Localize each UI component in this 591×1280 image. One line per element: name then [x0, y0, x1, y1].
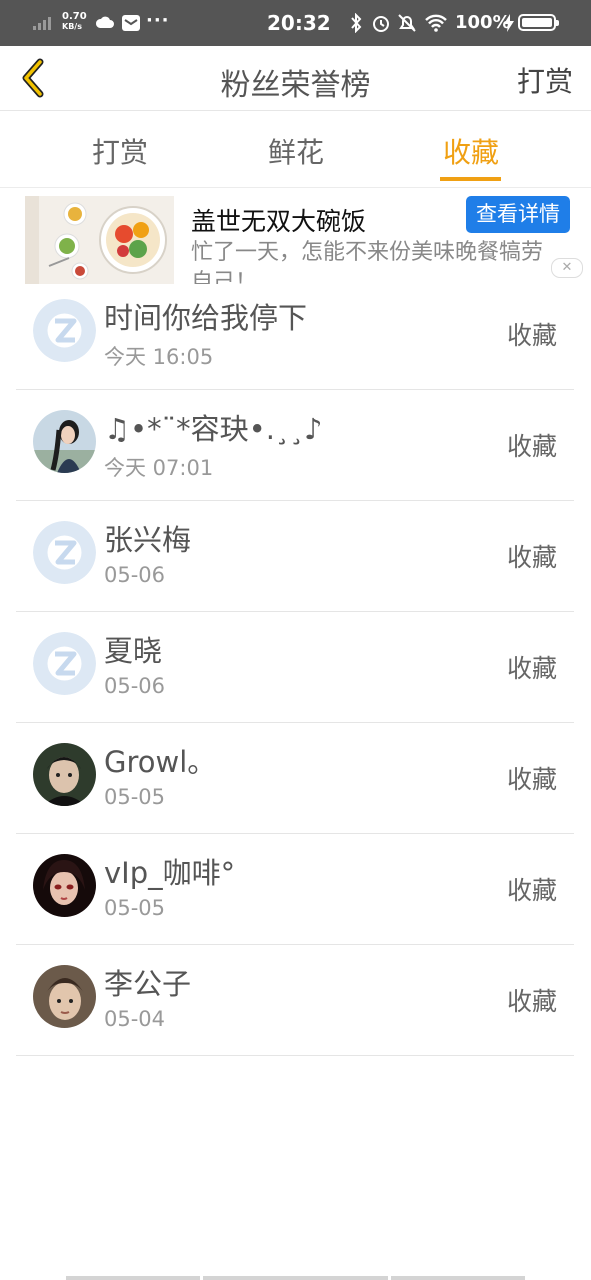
default-avatar-icon[interactable] — [33, 299, 96, 362]
user-name: 张兴梅 — [104, 523, 192, 557]
alarm-icon — [373, 16, 389, 32]
user-name: 时间你给我停下 — [104, 301, 308, 335]
user-name: 夏晓 — [104, 634, 163, 668]
status-bar: 0.70 KB/s ··· 20:32 100% — [0, 0, 591, 46]
favorites-list: 时间你给我停下 今天 16:05 收藏 ♫•*¨*容玦•.¸¸♪ 今天 07:0… — [16, 279, 574, 1056]
tab-favorites[interactable]: 收藏 — [421, 131, 521, 171]
list-item[interactable]: 夏晓 05-06 收藏 — [16, 612, 574, 723]
item-date: 今天 07:01 — [104, 456, 214, 480]
charging-icon — [504, 14, 514, 32]
ad-banner[interactable]: 盖世无双大碗饭 忙了一天，怎能不来份美味晚餐犒劳自己！ 查看详情 ✕ — [0, 188, 591, 284]
bottom-scroll-indicator — [391, 1276, 525, 1280]
battery-icon — [518, 14, 559, 31]
user-avatar[interactable] — [33, 410, 96, 473]
tab-reward[interactable]: 打赏 — [70, 131, 170, 171]
active-tab-indicator — [440, 177, 501, 181]
user-avatar[interactable] — [33, 743, 96, 806]
app-header: 粉丝荣誉榜 打赏 — [0, 46, 591, 111]
favorite-label: 收藏 — [506, 876, 557, 905]
user-name: ♫•*¨*容玦•.¸¸♪ — [104, 412, 323, 446]
default-avatar-icon[interactable] — [33, 632, 96, 695]
mute-icon — [398, 14, 416, 32]
list-item[interactable]: Growl。 05-05 收藏 — [16, 723, 574, 834]
network-speed-unit: KB/s — [62, 22, 82, 31]
user-name: 李公子 — [104, 967, 192, 1001]
network-speed-value: 0.70 — [62, 11, 87, 22]
wifi-icon — [425, 14, 447, 32]
item-date: 05-05 — [104, 785, 166, 809]
list-item[interactable]: ♫•*¨*容玦•.¸¸♪ 今天 07:01 收藏 — [16, 390, 574, 501]
cloud-icon — [95, 16, 114, 28]
list-item[interactable]: 张兴梅 05-06 收藏 — [16, 501, 574, 612]
more-dots-icon: ··· — [146, 10, 170, 31]
favorite-label: 收藏 — [506, 543, 557, 572]
item-date: 今天 16:05 — [104, 345, 214, 369]
ad-title[interactable]: 盖世无双大碗饭 — [191, 202, 366, 238]
list-item[interactable]: vIp_咖啡° 05-05 收藏 — [16, 834, 574, 945]
bluetooth-icon — [351, 13, 362, 33]
list-item[interactable]: 李公子 05-04 收藏 — [16, 945, 574, 1056]
clock: 20:32 — [267, 11, 331, 35]
ad-food-image[interactable] — [25, 196, 174, 284]
favorite-label: 收藏 — [506, 321, 557, 350]
favorite-label: 收藏 — [506, 432, 557, 461]
bottom-scroll-indicator — [66, 1276, 200, 1280]
user-name: Growl。 — [104, 745, 217, 779]
item-date: 05-06 — [104, 563, 166, 587]
ad-description: 忙了一天，怎能不来份美味晚餐犒劳自己！ — [191, 240, 544, 284]
list-item[interactable]: 时间你给我停下 今天 16:05 收藏 — [16, 279, 574, 390]
default-avatar-icon[interactable] — [33, 521, 96, 584]
network-speed: 0.70 KB/s — [62, 12, 87, 32]
item-date: 05-05 — [104, 896, 166, 920]
user-avatar[interactable] — [33, 965, 96, 1028]
favorite-label: 收藏 — [506, 987, 557, 1016]
user-name: vIp_咖啡° — [104, 856, 236, 890]
tab-bar: 打赏 鲜花 收藏 — [0, 111, 591, 188]
bottom-scroll-indicator — [203, 1276, 388, 1280]
user-avatar[interactable] — [33, 854, 96, 917]
mail-icon — [122, 15, 140, 31]
favorite-label: 收藏 — [506, 765, 557, 794]
tab-flowers[interactable]: 鲜花 — [246, 131, 346, 171]
page-title: 粉丝荣誉榜 — [220, 68, 371, 103]
item-date: 05-04 — [104, 1007, 166, 1031]
view-details-button[interactable]: 查看详情 — [466, 196, 570, 233]
signal-icon — [33, 16, 59, 30]
item-date: 05-06 — [104, 674, 166, 698]
reward-button[interactable]: 打赏 — [517, 60, 573, 100]
close-ad-icon[interactable]: ✕ — [551, 258, 583, 278]
favorite-label: 收藏 — [506, 654, 557, 683]
